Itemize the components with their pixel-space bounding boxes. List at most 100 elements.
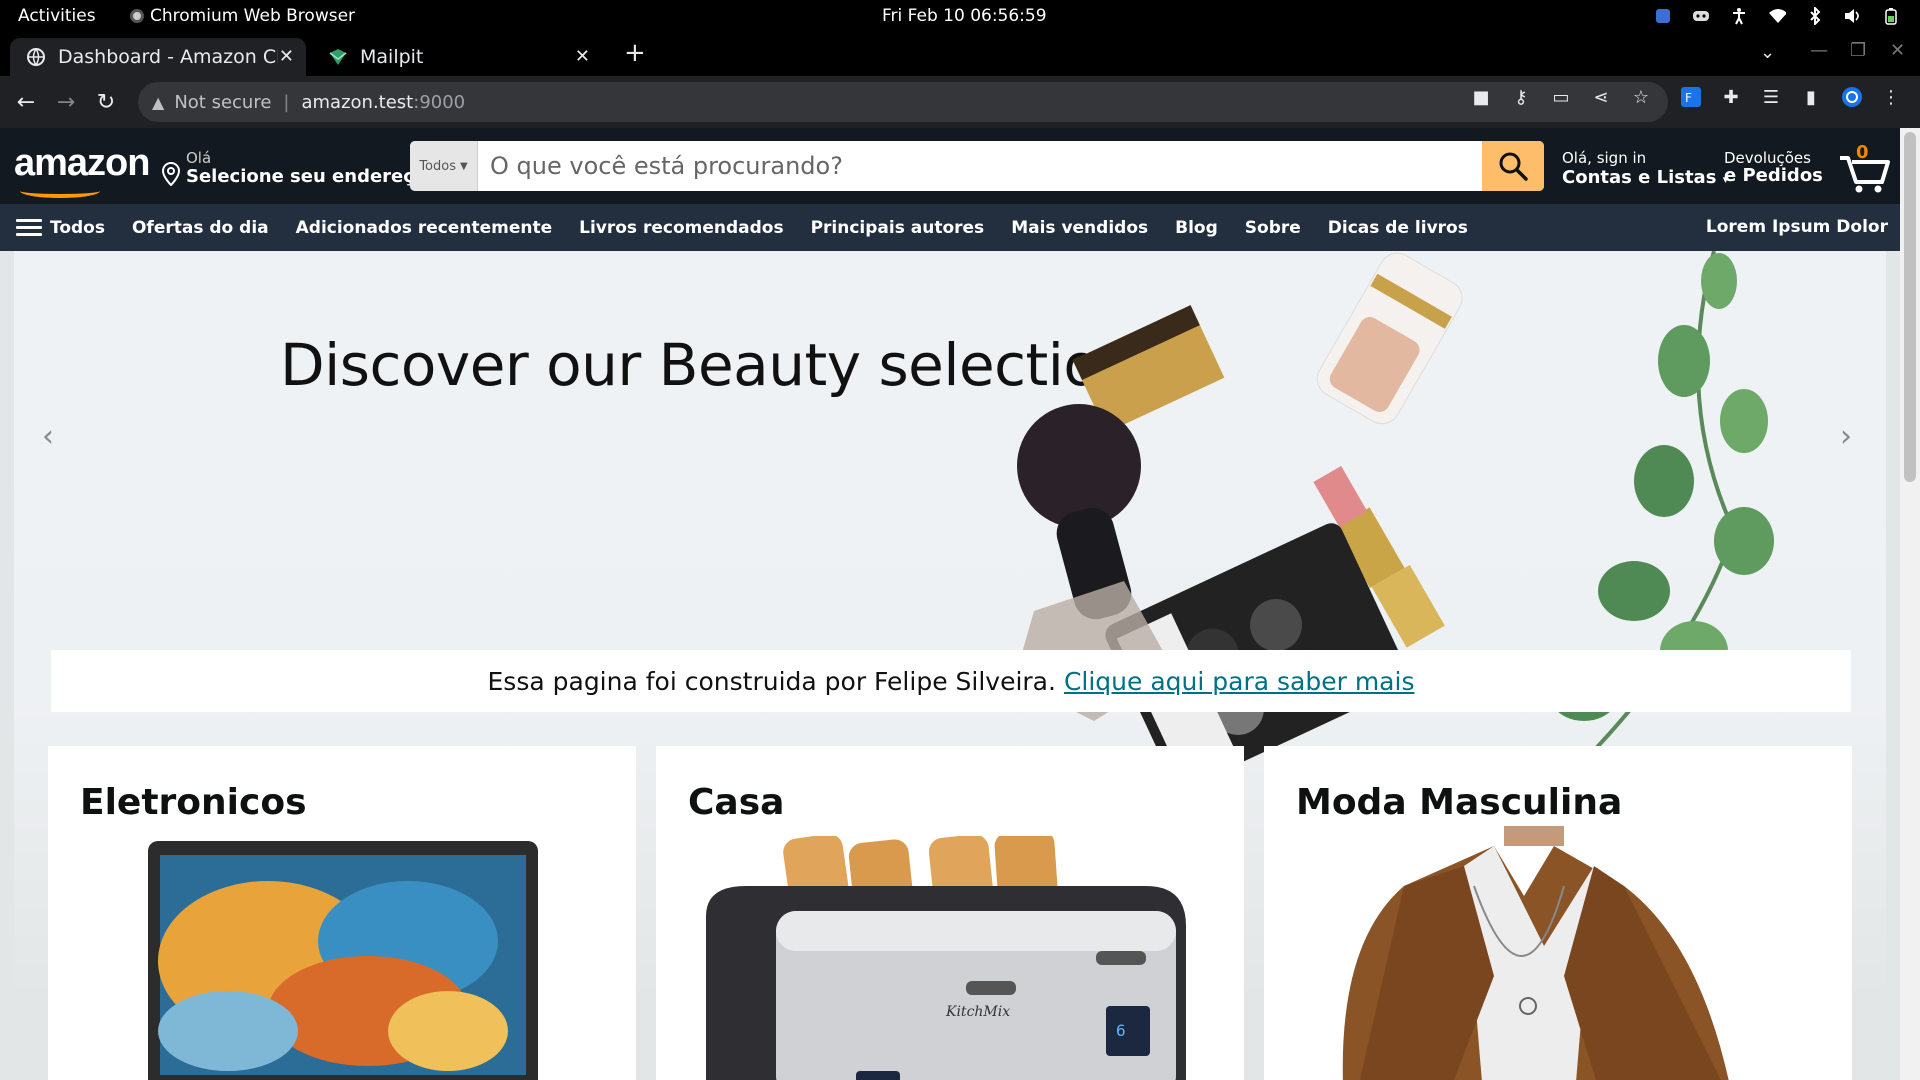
- account-label: Contas e Listas: [1562, 167, 1717, 188]
- svg-text:F: F: [1685, 91, 1692, 105]
- search-category-select[interactable]: Todos ▼: [410, 141, 478, 191]
- mailpit-icon: [328, 47, 348, 67]
- tab-search-icon[interactable]: ⌄: [1760, 42, 1775, 63]
- card-title: Eletronicos: [80, 782, 307, 823]
- logo-smile-icon: [20, 184, 100, 198]
- jacket-image: [1342, 826, 1729, 1080]
- bluetooth-icon[interactable]: [1806, 7, 1824, 25]
- learn-more-link[interactable]: Clique aqui para saber mais: [1064, 667, 1415, 696]
- tab-mailpit[interactable]: Mailpit ✕: [312, 38, 602, 76]
- tab-title: Mailpit: [360, 46, 424, 68]
- activities-button[interactable]: Activities: [18, 6, 96, 26]
- toaster-image: KitchMix 6: [706, 836, 1186, 1080]
- amazon-logo[interactable]: amazon: [14, 142, 150, 198]
- menu-kebab-icon[interactable]: ⋮: [1880, 86, 1902, 108]
- url-host: amazon.test: [301, 91, 414, 113]
- location-pin-icon: [162, 162, 180, 186]
- app-menu[interactable]: Chromium Web Browser: [130, 6, 355, 26]
- nav-item[interactable]: Livros recomendados: [579, 218, 783, 238]
- close-tab-icon[interactable]: ✕: [279, 46, 294, 67]
- search-bar: Todos ▼: [410, 141, 1544, 191]
- minimize-icon[interactable]: —: [1810, 40, 1828, 61]
- category-nav: Todos Ofertas do dia Adicionados recente…: [0, 204, 1900, 251]
- nav-item[interactable]: Ofertas do dia: [132, 218, 269, 238]
- side-panel-icon[interactable]: ▮: [1800, 86, 1822, 108]
- restore-icon[interactable]: ❐: [1850, 40, 1866, 61]
- system-tray[interactable]: [1654, 7, 1900, 25]
- category-card-eletronicos[interactable]: Eletronicos acer: [48, 746, 636, 1080]
- tab-strip: Dashboard - Amazon Clo ✕ Mailpit ✕ + ⌄ —…: [0, 34, 1920, 76]
- globe-icon: [26, 47, 46, 67]
- close-window-icon[interactable]: ✕: [1890, 40, 1905, 61]
- url-port: :9000: [413, 91, 466, 113]
- omnibox-separator: |: [283, 91, 290, 113]
- new-tab-icon[interactable]: +: [624, 38, 646, 68]
- carousel-prev-icon[interactable]: ‹: [42, 419, 54, 454]
- orders-label: e Pedidos: [1724, 165, 1823, 186]
- extension-indicator-icon[interactable]: [1654, 7, 1672, 25]
- app-name: Chromium Web Browser: [150, 6, 356, 26]
- hamburger-menu-icon[interactable]: [16, 219, 42, 236]
- accessibility-icon[interactable]: [1730, 7, 1748, 25]
- scrollbar-thumb[interactable]: [1904, 132, 1916, 482]
- logo-text: amazon: [14, 142, 150, 184]
- key-icon[interactable]: ⚷: [1510, 86, 1532, 108]
- nav-item[interactable]: Blog: [1175, 218, 1218, 238]
- media-queue-icon[interactable]: ☰: [1760, 86, 1782, 108]
- nav-item[interactable]: Adicionados recentemente: [296, 218, 552, 238]
- back-icon[interactable]: ←: [12, 88, 40, 116]
- browser-toolbar: ← → ↻ ▲ Not secure | amazon.test:9000 ■ …: [0, 76, 1920, 128]
- close-tab-icon[interactable]: ✕: [575, 46, 590, 67]
- system-top-bar: Activities Chromium Web Browser Fri Feb …: [0, 0, 1920, 34]
- search-button[interactable]: [1482, 141, 1544, 191]
- svg-text:6: 6: [1116, 1021, 1126, 1040]
- card-title: Casa: [688, 782, 785, 823]
- share-icon[interactable]: ⋖: [1590, 86, 1612, 108]
- author-notice: Essa pagina foi construida por Felipe Si…: [51, 650, 1851, 712]
- svg-text:KitchMix: KitchMix: [945, 1004, 1010, 1020]
- tab-dashboard[interactable]: Dashboard - Amazon Clo ✕: [10, 38, 306, 76]
- search-category-label: Todos: [419, 158, 456, 174]
- address-bar[interactable]: ▲ Not secure | amazon.test:9000: [138, 82, 1668, 122]
- profile-avatar-icon[interactable]: [1841, 86, 1863, 108]
- laptop-image: acer: [148, 841, 538, 1080]
- account-greeting: Olá, sign in: [1562, 149, 1647, 167]
- notice-text: Essa pagina foi construida por Felipe Si…: [487, 666, 1056, 696]
- returns-label: Devoluções: [1724, 149, 1811, 167]
- chromium-icon: [130, 9, 144, 23]
- clock[interactable]: Fri Feb 10 06:56:59: [882, 6, 1047, 26]
- category-card-casa[interactable]: Casa KitchMix 6: [656, 746, 1244, 1080]
- nav-item[interactable]: Sobre: [1245, 218, 1301, 238]
- reload-icon[interactable]: ↻: [92, 88, 120, 116]
- nav-promo-link[interactable]: Lorem Ipsum Dolor: [1706, 217, 1888, 237]
- camera-icon[interactable]: ■: [1470, 86, 1492, 108]
- battery-icon[interactable]: [1882, 7, 1900, 25]
- nav-item[interactable]: Principais autores: [811, 218, 985, 238]
- bookmark-star-icon[interactable]: ☆: [1630, 86, 1652, 108]
- warning-icon[interactable]: ▲: [152, 93, 164, 112]
- site-header: amazon Olá Selecione seu endereço Todos …: [0, 128, 1920, 204]
- security-label: Not secure: [174, 91, 272, 113]
- tab-title: Dashboard - Amazon Clo: [58, 46, 278, 68]
- category-card-moda-masculina[interactable]: Moda Masculina: [1264, 746, 1852, 1080]
- cart-icon: [1840, 156, 1890, 193]
- delivery-address[interactable]: Olá Selecione seu endereço: [162, 150, 426, 188]
- nav-item[interactable]: Mais vendidos: [1011, 218, 1148, 238]
- caret-down-icon: ▼: [459, 160, 468, 172]
- puzzle-icon[interactable]: ✚: [1720, 86, 1742, 108]
- discord-icon[interactable]: [1692, 7, 1710, 25]
- nav-item[interactable]: Dicas de livros: [1328, 218, 1468, 238]
- extension-badge-icon[interactable]: F: [1680, 86, 1702, 108]
- page-scrollbar[interactable]: [1900, 128, 1920, 1080]
- card-icon[interactable]: ▭: [1550, 86, 1572, 108]
- account-lists[interactable]: Olá, sign in Contas e Listas ▾: [1562, 150, 1728, 192]
- address-label: Selecione seu endereço: [186, 166, 427, 187]
- volume-icon[interactable]: [1844, 7, 1862, 25]
- search-icon: [1499, 152, 1528, 181]
- nav-all[interactable]: Todos: [50, 218, 105, 238]
- search-input[interactable]: [478, 141, 1482, 191]
- cart-button[interactable]: 0: [1836, 142, 1892, 194]
- returns-orders[interactable]: Devoluções e Pedidos: [1724, 150, 1823, 186]
- wifi-icon[interactable]: [1768, 7, 1786, 25]
- forward-icon[interactable]: →: [52, 88, 80, 116]
